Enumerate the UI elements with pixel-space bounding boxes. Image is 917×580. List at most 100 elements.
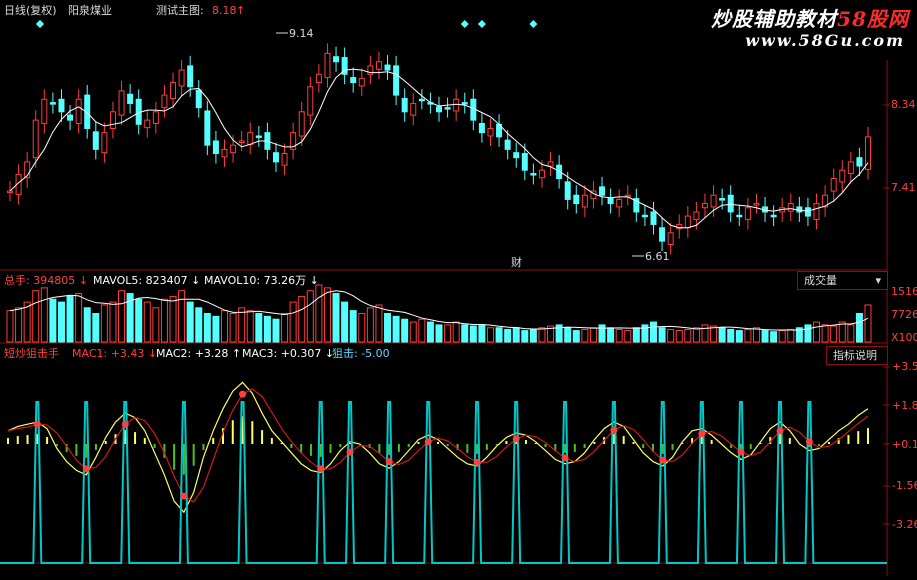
candle-body — [67, 114, 74, 121]
volume-bar — [341, 301, 349, 343]
volume-bar — [349, 310, 357, 343]
volume-bar — [135, 298, 143, 343]
crossover-dot — [512, 435, 520, 443]
volume-bar — [263, 315, 271, 343]
volume-bar — [658, 327, 666, 343]
volume-bar — [366, 307, 374, 343]
candle-body — [650, 211, 657, 225]
volume-select-button[interactable]: 成交量 ▾ — [797, 271, 888, 290]
candle-body — [813, 203, 820, 220]
watermark-url: www.58Gu.com — [745, 31, 905, 50]
volume-bar — [40, 287, 48, 343]
candle-body — [701, 203, 708, 209]
candle-body — [847, 161, 854, 175]
candle-body — [504, 139, 511, 150]
candle-body — [384, 64, 391, 71]
volume-bar — [195, 307, 203, 343]
candle-body — [804, 207, 811, 217]
stock-name: 阳泉煤业 — [68, 4, 112, 17]
candle-body — [607, 198, 614, 205]
candle-body — [710, 194, 717, 208]
crossover-dot — [82, 465, 90, 473]
candle-body — [659, 227, 666, 242]
volume-bar — [813, 321, 821, 343]
stock-chart-window: 日线(复权) 阳泉煤业 测试主图: 8.18 ↑ 炒股辅助教材58股网 www.… — [0, 0, 917, 576]
volume-bar — [572, 330, 580, 343]
chart-canvas[interactable] — [0, 0, 917, 576]
panel-frames — [0, 0, 890, 576]
candle-body — [272, 152, 279, 163]
volume-bar — [186, 301, 194, 343]
volume-bar — [238, 307, 246, 343]
volume-bar — [83, 307, 91, 343]
volume-bar — [821, 324, 829, 343]
candle-body — [144, 119, 151, 129]
volume-bar — [246, 310, 254, 343]
candle-body — [830, 178, 837, 192]
candle-body — [521, 153, 528, 171]
volume-bar — [744, 328, 752, 343]
sniper-indicator-plot — [0, 381, 887, 564]
volume-tick-2: 7726 — [891, 308, 917, 321]
volume-legend-item: MAVOL5: 823407 ↓ — [93, 274, 201, 287]
watermark-brand: 58股网 — [837, 7, 909, 31]
candle-body — [298, 111, 305, 137]
candle-body — [787, 203, 794, 212]
volume-bar — [838, 321, 846, 343]
candle-body — [410, 102, 417, 116]
candle-body — [127, 93, 134, 104]
volume-bar — [615, 328, 623, 343]
volume-bar — [444, 324, 452, 343]
candle-body — [247, 132, 254, 145]
volume-bar — [692, 327, 700, 343]
price-tick-lower: 7.41 — [891, 181, 916, 194]
volume-bar — [607, 327, 615, 343]
candle-body — [161, 94, 168, 109]
candle-body — [204, 110, 211, 146]
volume-bar — [478, 324, 486, 343]
volume-bar — [152, 307, 160, 343]
candle-body — [436, 106, 442, 113]
candle-body — [641, 214, 648, 218]
candle-body — [453, 98, 460, 112]
volume-select-label: 成交量 — [804, 274, 837, 287]
candle-body — [212, 140, 219, 155]
crossover-dot — [610, 426, 618, 434]
volume-bar — [409, 321, 417, 343]
candle-body — [195, 89, 202, 109]
main-indicator-value: 8.18 — [212, 4, 237, 17]
volume-bar — [512, 327, 520, 343]
crossover-dot — [317, 465, 325, 473]
volume-bar — [375, 304, 383, 343]
candle-body — [856, 157, 863, 167]
candle-body — [324, 52, 331, 79]
volume-bar — [830, 325, 838, 343]
volume-unit: X100 — [891, 331, 917, 344]
volume-bar — [109, 301, 117, 343]
volume-bar — [461, 324, 469, 343]
volume-bar — [486, 327, 494, 343]
watermark-text: 炒股辅助教材 — [711, 7, 838, 31]
crossover-dot — [805, 438, 813, 446]
volume-bar — [298, 295, 306, 343]
volume-bar — [710, 325, 718, 343]
volume-bar — [864, 304, 872, 343]
volume-bar — [701, 324, 709, 343]
candle-body — [255, 135, 262, 138]
candle-body — [418, 98, 425, 102]
financial-report-marker[interactable]: 财 — [511, 256, 522, 270]
candle-body — [667, 232, 674, 245]
macd-tick-5: -3.26 — [892, 518, 917, 531]
candle-body — [109, 111, 116, 129]
indicator-help-button[interactable]: 指标说明 — [826, 346, 888, 365]
volume-bar — [495, 327, 503, 343]
volume-bar — [315, 284, 323, 343]
crossover-dot — [33, 420, 41, 428]
price-tick-upper: 8.34 — [891, 98, 916, 111]
candle-body — [513, 152, 520, 159]
candle-body — [461, 102, 468, 105]
volume-bar — [675, 330, 683, 343]
candle-body — [170, 82, 177, 99]
candle-body — [221, 148, 228, 158]
crossover-dot — [737, 448, 745, 456]
